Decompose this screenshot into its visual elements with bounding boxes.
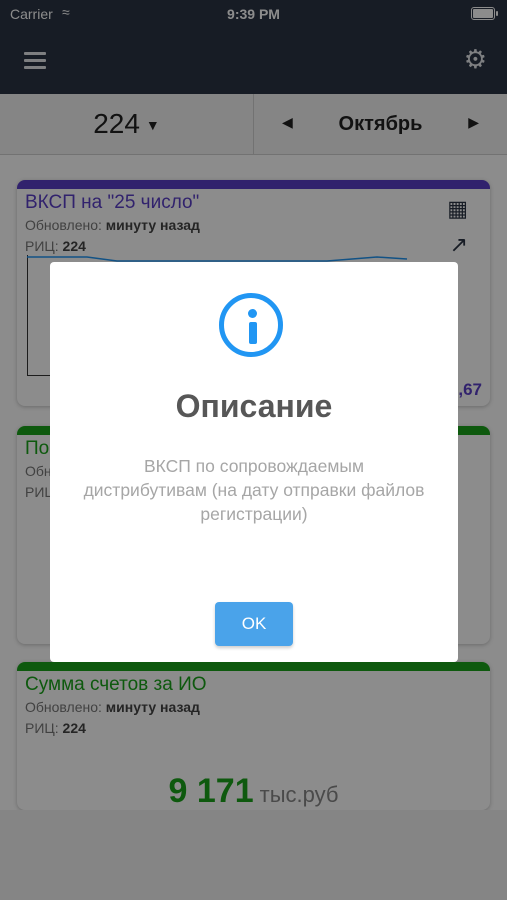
- dialog-text: ВКСП по сопровождаемым дистрибутивам (на…: [83, 456, 425, 524]
- ok-button[interactable]: OK: [215, 602, 293, 646]
- description-dialog: Описание ВКСП по сопровождаемым дистрибу…: [50, 262, 458, 662]
- dialog-title: Описание: [175, 388, 333, 424]
- info-icon: [219, 293, 283, 357]
